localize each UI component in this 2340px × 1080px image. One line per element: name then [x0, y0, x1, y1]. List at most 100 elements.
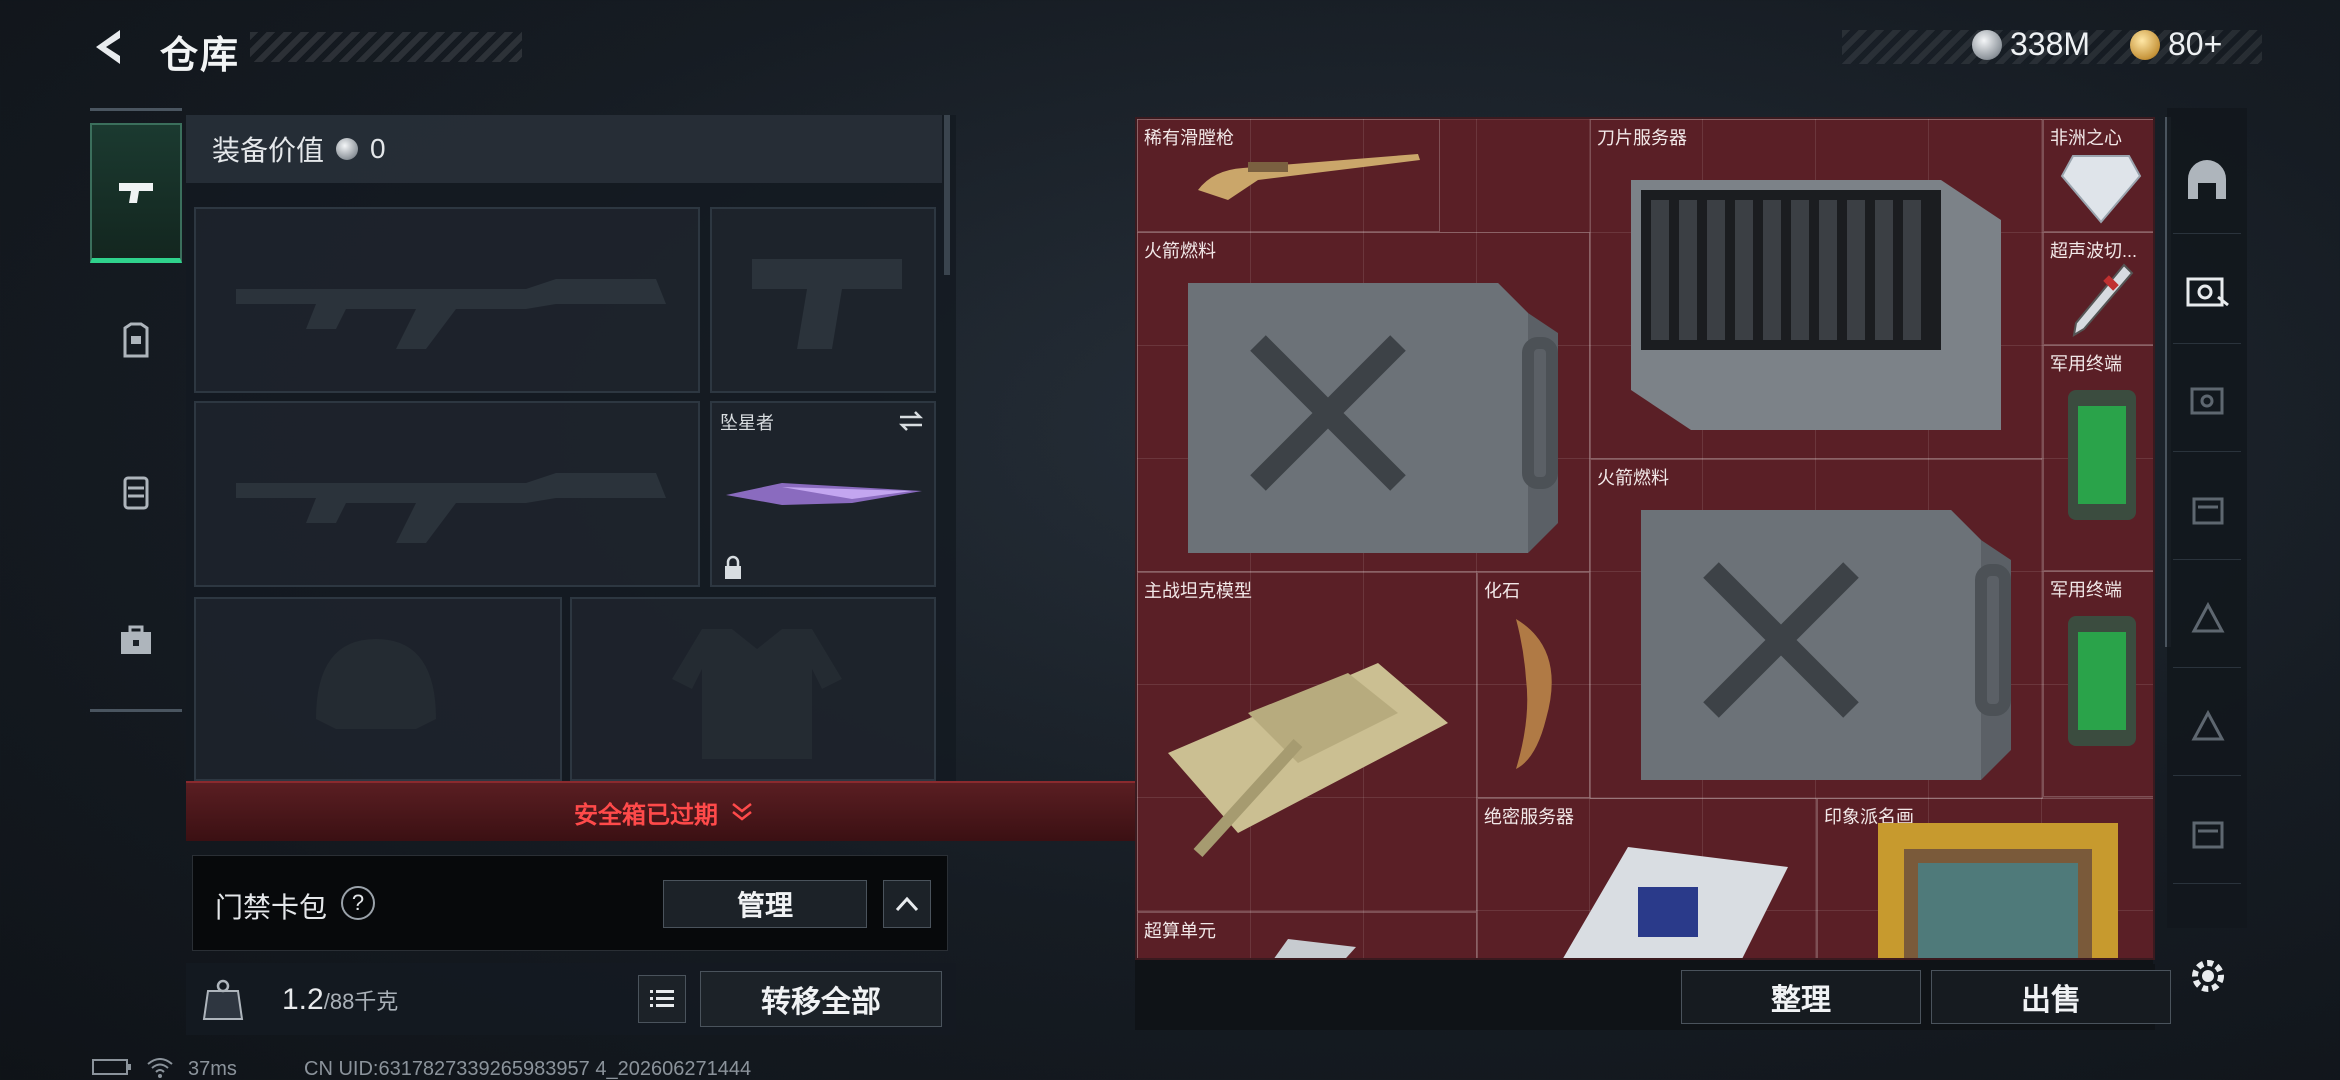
pistol-icon: [119, 182, 153, 203]
primary-weapon-slot-2[interactable]: [194, 401, 700, 587]
tab-stash-3[interactable]: [2173, 456, 2241, 560]
stash-item[interactable]: 火箭燃料: [1590, 459, 2043, 799]
ping-readout: 37ms: [188, 1058, 237, 1080]
item-name: 绝密服务器: [1484, 807, 1574, 827]
tab-weapons[interactable]: [90, 123, 182, 263]
stash-item[interactable]: 稀有滑膛枪: [1137, 119, 1440, 232]
tab-armor[interactable]: [90, 271, 182, 411]
stash-item[interactable]: 军用终端: [2043, 571, 2153, 797]
list-view-button[interactable]: [638, 975, 686, 1023]
weight-bar: 1.2/88千克 转移全部: [186, 963, 956, 1035]
manage-button[interactable]: 管理: [663, 880, 867, 928]
fuel-canister-icon: [1641, 510, 2011, 780]
container-tier-icon: [2192, 497, 2224, 524]
silver-coin-icon: [1972, 29, 2002, 60]
item-name: 超算单元: [1144, 921, 1216, 941]
primary-weapon-slot-1[interactable]: [194, 207, 700, 393]
tank-model-icon: [1168, 663, 1448, 858]
tab-stash-4[interactable]: [2173, 564, 2241, 668]
access-card-label: 门禁卡包: [215, 892, 328, 923]
gold-currency[interactable]: 80+: [2130, 26, 2222, 63]
military-terminal-icon: [2068, 390, 2136, 520]
triangle-tier-icon: [2191, 601, 2225, 632]
tab-stash-main[interactable]: [2173, 130, 2241, 234]
helmet-silhouette-icon: [316, 639, 436, 729]
supercomputing-unit-icon: [1274, 939, 1356, 958]
double-chevron-down-icon: [732, 803, 752, 821]
sell-button[interactable]: 出售: [1931, 970, 2171, 1024]
help-icon[interactable]: ?: [341, 886, 375, 920]
diamond-icon: [2060, 155, 2142, 224]
stash-category-tabs: [2167, 108, 2247, 928]
page-title: 仓库: [160, 35, 241, 77]
melee-slot[interactable]: 坠星者: [710, 401, 936, 587]
stash-item[interactable]: 化石: [1477, 572, 1590, 798]
stash-actions: 整理 出售: [1135, 964, 2171, 1030]
weight-current: 1.2: [282, 983, 324, 1016]
melee-slot-label: 坠星者: [720, 413, 774, 433]
ultrasonic-cutter-icon: [2072, 263, 2134, 337]
armor-icon: [123, 322, 149, 358]
access-card-pack: 门禁卡包 ? 管理: [192, 855, 948, 951]
melee-knife-icon: [726, 483, 922, 505]
wifi-icon: [146, 1058, 174, 1080]
stash-item[interactable]: 印象派名画: [1817, 798, 2153, 958]
tab-stash-1[interactable]: [2173, 240, 2241, 344]
rifle-silhouette-icon: [236, 473, 666, 543]
stash-item[interactable]: 主战坦克模型: [1137, 572, 1477, 912]
tab-supplies[interactable]: [90, 571, 182, 711]
weight-max: /88千克: [323, 989, 399, 1014]
item-name: 主战坦克模型: [1144, 581, 1252, 601]
tab-stash-2[interactable]: [2173, 348, 2241, 452]
weight-readout: 1.2/88千克: [282, 983, 398, 1017]
back-icon[interactable]: [88, 24, 134, 70]
sort-button[interactable]: 整理: [1681, 970, 1921, 1024]
list-icon: [650, 990, 674, 1007]
gear-icon[interactable]: [2186, 954, 2230, 998]
musket-icon: [1198, 154, 1420, 200]
sidearm-slot[interactable]: [710, 207, 936, 393]
battery-icon: [92, 1058, 132, 1080]
item-name: 军用终端: [2050, 354, 2122, 374]
pistol-silhouette-icon: [752, 259, 902, 349]
stash-panel: 稀有滑膛枪 火箭燃料 刀片服务器 非洲之心 超声波切... 军用终端 火箭燃料 …: [1135, 117, 2171, 964]
swap-icon[interactable]: [896, 409, 926, 433]
helmet-slot[interactable]: [194, 597, 562, 781]
safebox-expired-banner[interactable]: 安全箱已过期: [186, 781, 1142, 841]
body-armor-slot[interactable]: [570, 597, 936, 781]
vault-icon: [2188, 159, 2226, 199]
collapse-button[interactable]: [883, 880, 931, 928]
blade-server-icon: [1631, 180, 2001, 430]
equipment-scrollbar[interactable]: [944, 115, 950, 275]
stash-item[interactable]: 刀片服务器: [1590, 119, 2043, 459]
impressionist-painting-icon: [1878, 823, 2118, 958]
equipment-value-header: 装备价值 0: [186, 115, 942, 183]
tab-backpack[interactable]: [90, 421, 182, 561]
tab-stash-6[interactable]: [2173, 780, 2241, 884]
item-name: 火箭燃料: [1144, 241, 1216, 261]
silver-amount: 338M: [2010, 26, 2091, 62]
stash-item[interactable]: 火箭燃料: [1137, 232, 1590, 572]
stash-grid: 稀有滑膛枪 火箭燃料 刀片服务器 非洲之心 超声波切... 军用终端 火箭燃料 …: [1135, 117, 2155, 960]
stash-item[interactable]: 绝密服务器: [1477, 798, 1817, 958]
backpack-icon: [123, 476, 149, 510]
safe-tier-icon: [2190, 387, 2224, 414]
silver-coin-icon: [336, 138, 359, 160]
stash-item[interactable]: 非洲之心: [2043, 119, 2153, 232]
fuel-canister-icon: [1188, 283, 1558, 553]
military-terminal-icon: [2068, 616, 2136, 746]
safe-tier-icon: [2186, 277, 2229, 306]
transfer-all-button[interactable]: 转移全部: [700, 971, 942, 1027]
chevron-up-icon: [895, 896, 919, 912]
lock-icon: [725, 555, 741, 579]
stash-item[interactable]: 军用终端: [2043, 345, 2153, 571]
fossil-claw-icon: [1516, 619, 1552, 769]
item-name: 化石: [1484, 581, 1520, 601]
item-name: 军用终端: [2050, 580, 2122, 600]
stash-item[interactable]: 超算单元: [1137, 912, 1477, 958]
stash-item[interactable]: 超声波切...: [2043, 232, 2153, 345]
silver-currency: 338M: [1972, 26, 2090, 63]
top-secret-server-icon: [1563, 847, 1788, 958]
left-category-tabs: [90, 108, 182, 712]
tab-stash-5[interactable]: [2173, 672, 2241, 776]
